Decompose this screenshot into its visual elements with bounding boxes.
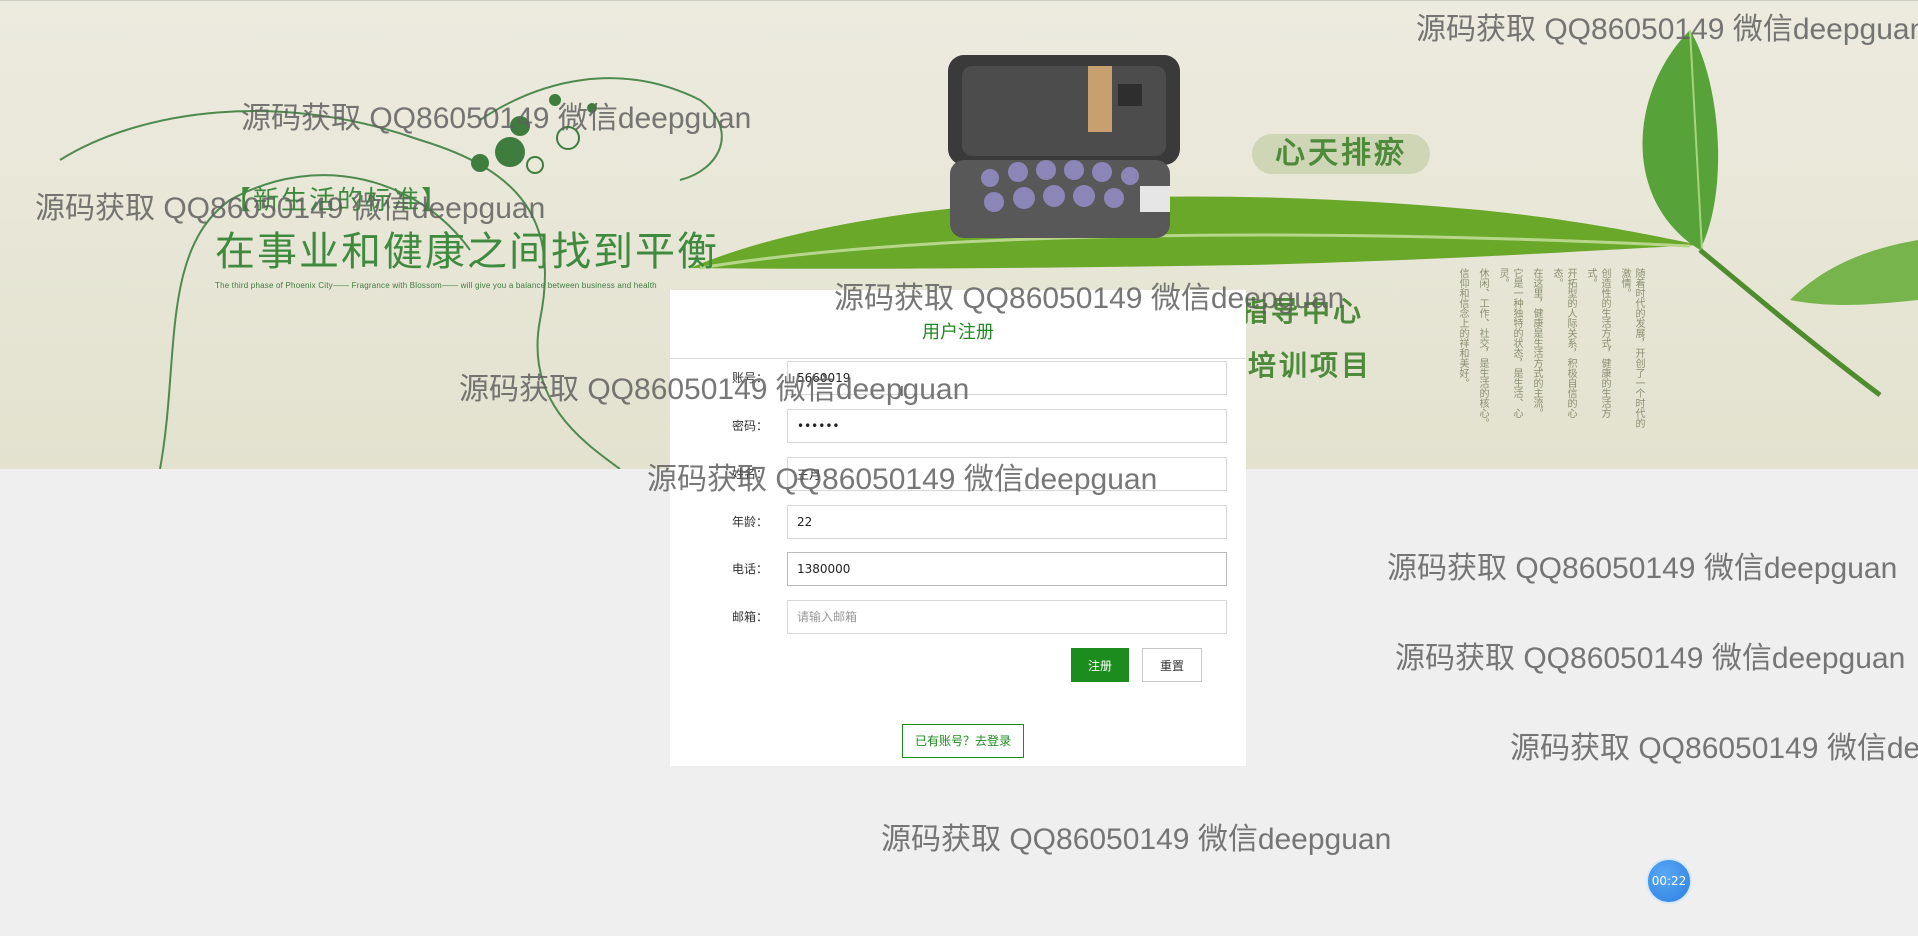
banner-vertical-text: 随着时代的发展，开创了一个时代的激情。 创造性的生活方式，健康的生活方式。 开拓… — [1405, 268, 1645, 428]
email-label: 邮箱： — [731, 610, 768, 624]
text-cursor-icon: I — [900, 385, 904, 400]
banner-badge: 心天排瘀 — [1252, 134, 1430, 174]
name-input[interactable] — [787, 457, 1227, 491]
password-label: 密码： — [731, 419, 768, 433]
banner-service-center: 指导中心 — [1240, 295, 1365, 328]
banner-column: 随着时代的发展，开创了一个时代的激情。 — [1619, 268, 1644, 428]
recording-timer[interactable]: 00:22 — [1646, 858, 1692, 904]
watermark: 源码获取 QQ86050149 微信deepguan — [1387, 552, 1898, 585]
register-button[interactable]: 注册 — [1071, 648, 1129, 682]
name-row: 姓名： — [670, 457, 1246, 491]
reset-button[interactable]: 重置 — [1142, 648, 1202, 682]
watermark: 源码获取 QQ86050149 微信deepguan — [1395, 642, 1906, 675]
watermark: 源码获取 QQ86050149 微信deepguan — [881, 823, 1392, 856]
register-title-text: 用户注册 — [914, 322, 1002, 343]
watermark: 源码获取 QQ86050149 微信deepguan — [1510, 732, 1918, 765]
banner-column: 开拓型的人际关系，积极自信的心态。 — [1551, 268, 1576, 418]
slogan-top: 【新生活的标准】 — [225, 186, 450, 216]
banner-column: 在这里，健康是生活方式的主流。 — [1531, 268, 1542, 418]
phone-row: 电话： — [670, 552, 1246, 586]
banner-column: 它是一种独特的状态，是生活、心灵。 — [1497, 268, 1522, 418]
slogan-main: 在事业和健康之间找到平衡 — [215, 229, 719, 275]
phone-label: 电话： — [731, 562, 768, 576]
age-label: 年龄： — [731, 515, 768, 529]
banner-column: 信仰和信念上的祥和美好。 — [1457, 268, 1468, 388]
go-login-link[interactable]: 已有账号？去登录 — [902, 724, 1024, 758]
account-input[interactable] — [787, 361, 1227, 395]
slogan-english: The third phase of Phoenix City—— Fragra… — [215, 281, 657, 290]
register-title: 用户注册 — [670, 318, 1246, 359]
age-row: 年龄： — [670, 505, 1246, 539]
email-row: 邮箱： — [670, 600, 1246, 634]
banner-training: 培训项目 — [1248, 349, 1373, 382]
register-panel: 用户注册 账号： 密码： 姓名： 年龄： 电话： 邮箱： 注册 重置 已有账号？… — [670, 290, 1246, 766]
banner-slogan: 【新生活的标准】 在事业和健康之间找到平衡 The third phase of… — [215, 180, 719, 290]
banner-column: 休闲、工作、社交，是生活的核心。 — [1477, 268, 1488, 428]
banner-column: 创造性的生活方式，健康的生活方式。 — [1585, 268, 1610, 418]
account-label: 账号： — [731, 371, 768, 385]
age-input[interactable] — [787, 505, 1227, 539]
account-row: 账号： — [670, 361, 1246, 395]
name-label: 姓名： — [731, 467, 768, 481]
email-input[interactable] — [787, 600, 1227, 634]
phone-input[interactable] — [787, 552, 1227, 586]
password-row: 密码： — [670, 409, 1246, 443]
password-input[interactable] — [787, 409, 1227, 443]
